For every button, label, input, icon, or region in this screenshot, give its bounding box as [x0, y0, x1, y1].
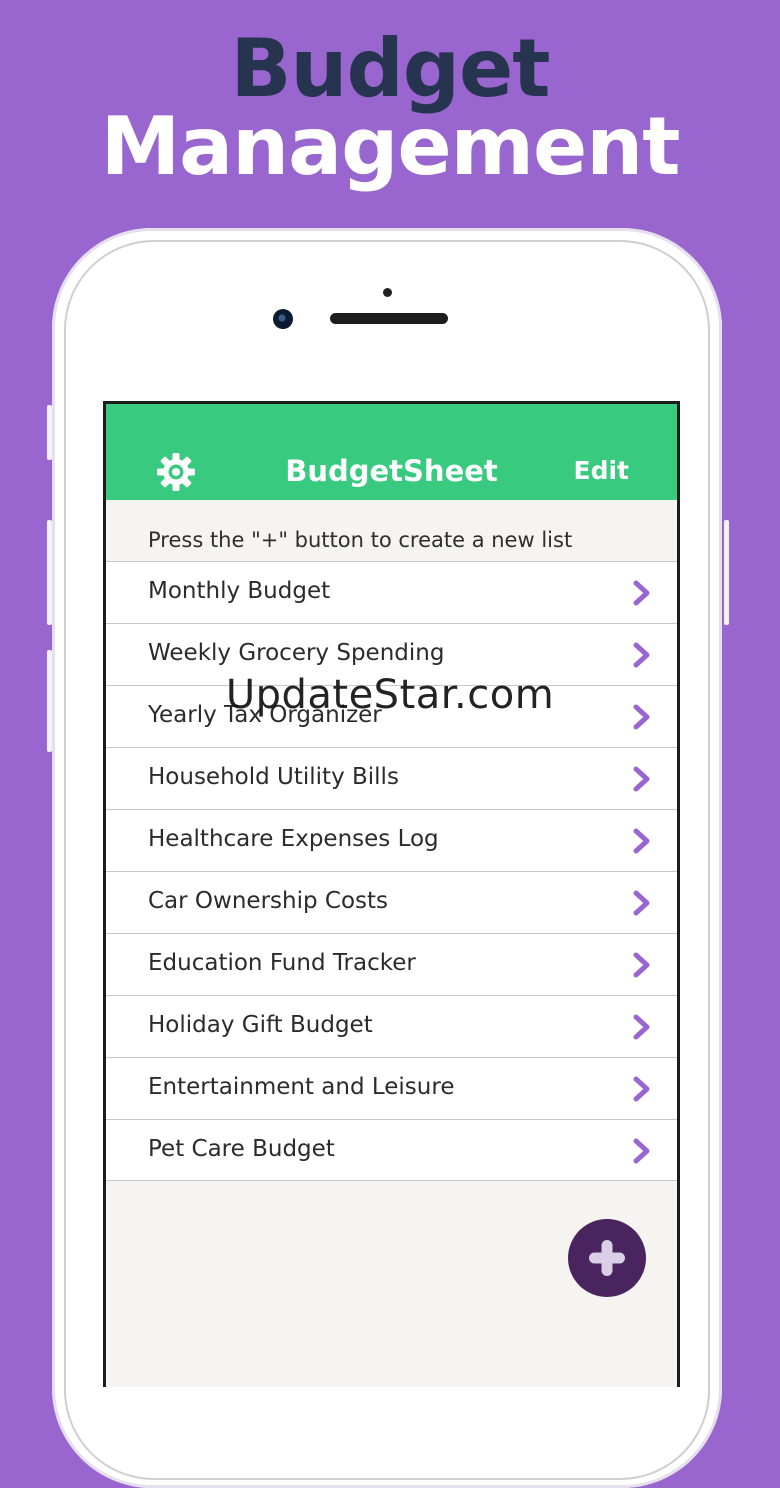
list-item[interactable]: Monthly Budget — [106, 561, 677, 623]
list-item[interactable]: Healthcare Expenses Log — [106, 809, 677, 871]
list-item-label: Healthcare Expenses Log — [148, 826, 439, 852]
promo-headline-line2: Management — [100, 100, 681, 193]
chevron-right-icon — [633, 828, 650, 854]
chevron-right-icon — [633, 642, 650, 668]
phone-power-button — [724, 520, 729, 625]
chevron-right-icon — [633, 1014, 650, 1040]
list-item-label: Holiday Gift Budget — [148, 1012, 373, 1038]
list-item[interactable]: Holiday Gift Budget — [106, 995, 677, 1057]
list-item-label: Pet Care Budget — [148, 1136, 335, 1162]
list-item-label: Weekly Grocery Spending — [148, 640, 445, 666]
list-item[interactable]: Household Utility Bills — [106, 747, 677, 809]
chevron-right-icon — [633, 890, 650, 916]
phone-sensor — [383, 288, 392, 297]
list-item-label: Car Ownership Costs — [148, 888, 388, 914]
list-item[interactable]: Car Ownership Costs — [106, 871, 677, 933]
list-item-label: Monthly Budget — [148, 578, 331, 604]
app-screen: BudgetSheet Edit Press the "+" button to… — [103, 401, 680, 1387]
list-item-label: Entertainment and Leisure — [148, 1074, 455, 1100]
chevron-right-icon — [633, 1076, 650, 1102]
list-item[interactable]: Pet Care Budget — [106, 1119, 677, 1181]
edit-button[interactable]: Edit — [574, 456, 630, 485]
chevron-right-icon — [633, 1138, 650, 1164]
chevron-right-icon — [633, 952, 650, 978]
create-list-hint: Press the "+" button to create a new lis… — [148, 528, 573, 552]
chevron-right-icon — [633, 766, 650, 792]
phone-speaker — [330, 313, 448, 324]
list-item[interactable]: Entertainment and Leisure — [106, 1057, 677, 1119]
app-bar: BudgetSheet Edit — [106, 404, 677, 500]
add-list-button[interactable] — [568, 1219, 646, 1297]
watermark-text: UpdateStar.com — [225, 672, 555, 718]
list-item-label: Household Utility Bills — [148, 764, 399, 790]
list-item-label: Education Fund Tracker — [148, 950, 416, 976]
budget-lists: Monthly Budget Weekly Grocery Spending Y… — [106, 561, 677, 1181]
plus-icon — [589, 1240, 625, 1276]
list-item[interactable]: Education Fund Tracker — [106, 933, 677, 995]
front-camera-icon — [273, 309, 293, 329]
chevron-right-icon — [633, 580, 650, 606]
